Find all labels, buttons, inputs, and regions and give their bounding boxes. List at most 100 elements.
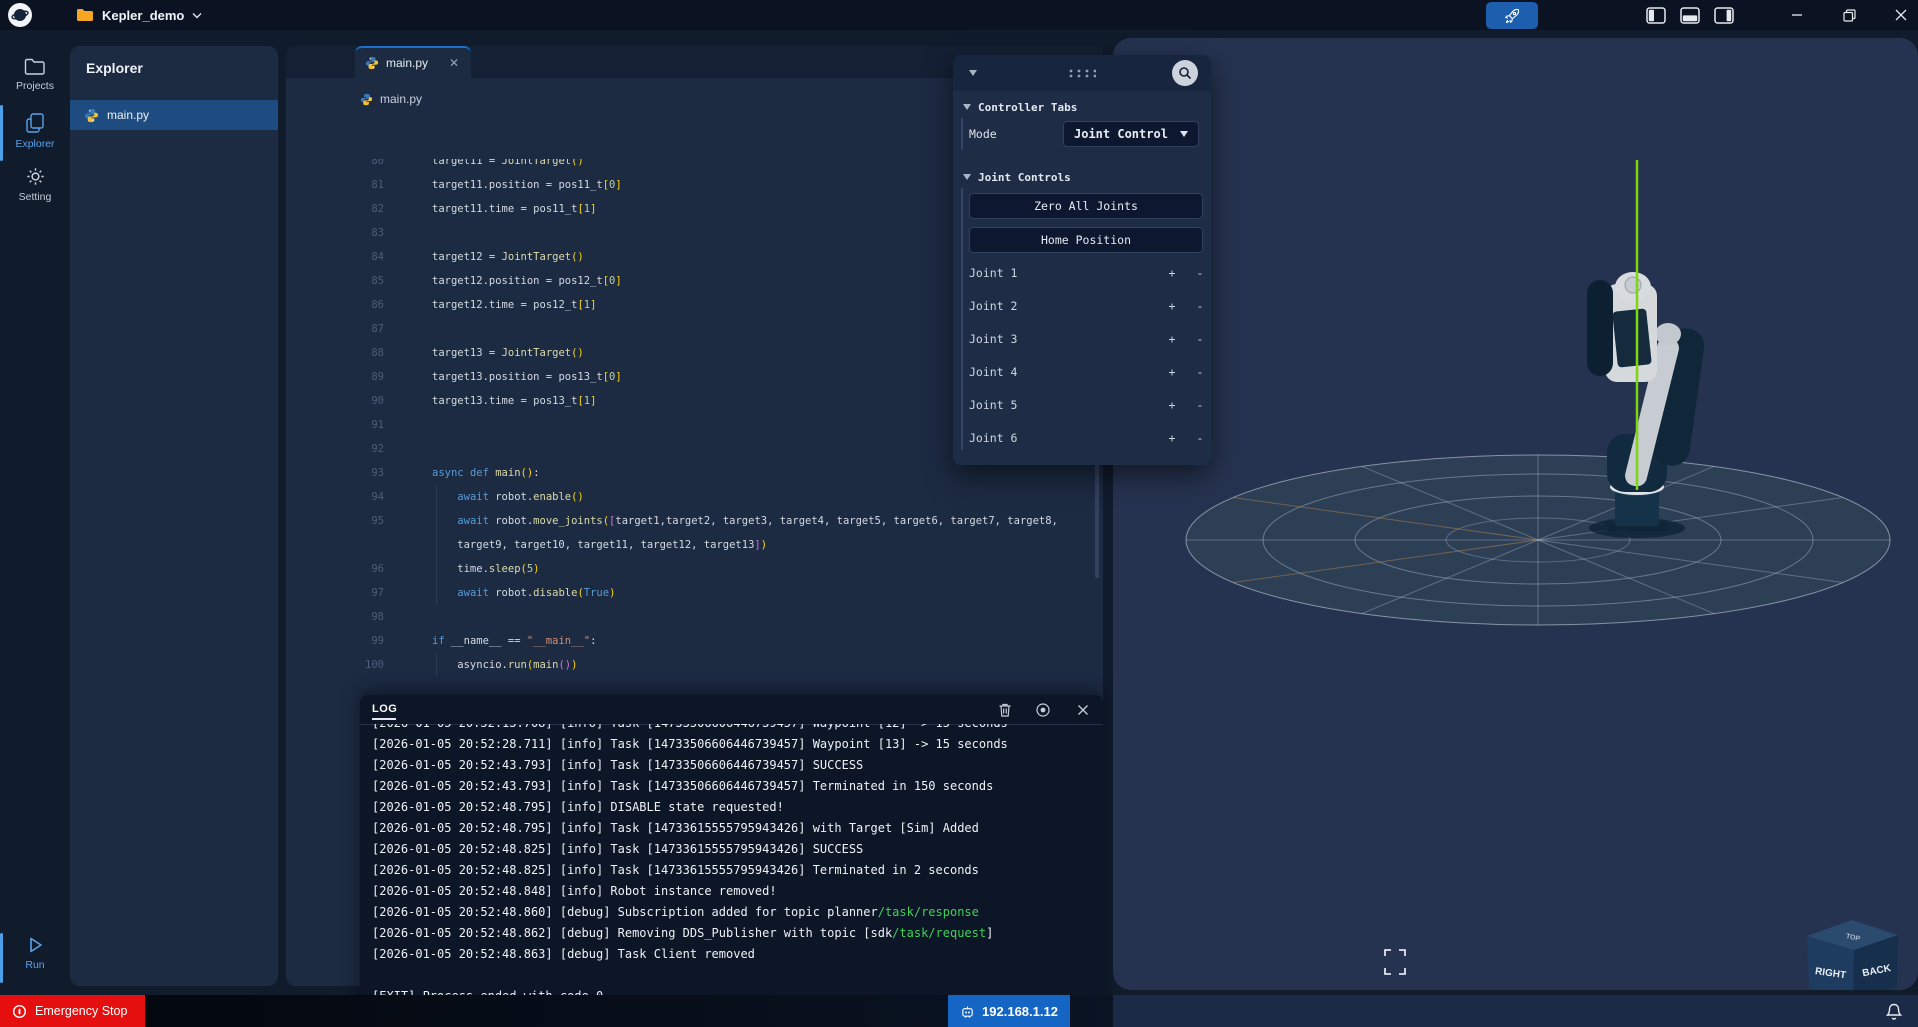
section-chevron-icon: [963, 174, 971, 180]
line-number: 89: [286, 365, 396, 389]
line-number: 82: [286, 197, 396, 221]
record-icon[interactable]: [1035, 702, 1051, 718]
joint-minus-button[interactable]: -: [1191, 365, 1209, 379]
status-bar-right: [1113, 995, 1918, 1027]
code-line[interactable]: target9, target10, target11, target12, t…: [286, 533, 1103, 557]
project-selector[interactable]: Kepler_demo: [76, 0, 202, 30]
joint-plus-button[interactable]: +: [1163, 332, 1181, 346]
joint-plus-button[interactable]: +: [1163, 398, 1181, 412]
code-line[interactable]: 94 await robot.enable(): [286, 485, 1103, 509]
toggle-bottom-panel-icon[interactable]: [1680, 7, 1700, 24]
tab-mainpy[interactable]: main.py ✕: [355, 46, 471, 78]
restore-button[interactable]: [1838, 4, 1860, 26]
joint-plus-button[interactable]: +: [1163, 431, 1181, 445]
code-line[interactable]: 98: [286, 605, 1103, 629]
joint-minus-button[interactable]: -: [1191, 266, 1209, 280]
indent-guide: [436, 653, 437, 677]
joint-plus-button[interactable]: +: [1163, 266, 1181, 280]
controller-header: [953, 55, 1211, 91]
emergency-stop-button[interactable]: Emergency Stop: [0, 995, 145, 1027]
close-log-icon[interactable]: [1075, 702, 1091, 718]
deploy-rocket-button[interactable]: [1486, 2, 1538, 29]
log-header: LOG: [360, 695, 1103, 725]
joint-minus-button[interactable]: -: [1191, 332, 1209, 346]
status-bar: Emergency Stop 192.168.1.12: [0, 995, 1918, 1027]
joint-minus-button[interactable]: -: [1191, 299, 1209, 313]
simulation-viewport[interactable]: TOP RIGHT BACK: [1113, 38, 1918, 990]
line-number: 81: [286, 173, 396, 197]
log-line: [372, 965, 1095, 986]
section-title: Joint Controls: [978, 171, 1071, 184]
line-number: 91: [286, 413, 396, 437]
toggle-right-panel-icon[interactable]: [1714, 7, 1734, 24]
code-text: asyncio.run(main()): [396, 653, 1103, 677]
notifications-bell-icon[interactable]: [1884, 1002, 1904, 1022]
log-line: [2026-01-05 20:52:48.825] [info] Task [1…: [372, 860, 1095, 881]
run-button[interactable]: Run: [0, 935, 70, 971]
file-name: main.py: [107, 108, 149, 122]
joint-label: Joint 1: [969, 266, 1017, 280]
sidebar-item-projects[interactable]: Projects: [0, 58, 70, 92]
code-text: await robot.disable(True): [396, 581, 1103, 605]
joint-row: Joint 1 +-: [969, 266, 1211, 286]
tab-close-icon[interactable]: ✕: [447, 56, 461, 70]
titlebar: Kepler_demo: [0, 0, 1918, 30]
file-item-mainpy[interactable]: main.py: [70, 100, 278, 130]
mode-label: Mode: [969, 127, 997, 141]
sidebar-item-explorer[interactable]: Explorer: [0, 112, 70, 150]
log-line: [2026-01-05 20:52:43.793] [info] Task [1…: [372, 755, 1095, 776]
mode-row: Mode Joint Control: [953, 121, 1211, 147]
python-icon: [365, 56, 379, 70]
joint-label: Joint 2: [969, 299, 1017, 313]
code-line[interactable]: 95 await robot.move_joints([target1,targ…: [286, 509, 1103, 533]
toggle-left-panel-icon[interactable]: [1646, 7, 1666, 24]
zero-all-joints-button[interactable]: Zero All Joints: [969, 193, 1203, 219]
search-button[interactable]: [1172, 60, 1198, 86]
line-number: 100: [286, 653, 396, 677]
section-joint-controls[interactable]: Joint Controls: [953, 169, 1211, 185]
mode-dropdown[interactable]: Joint Control: [1063, 121, 1199, 147]
log-line: [2026-01-05 20:52:28.711] [info] Task [1…: [372, 734, 1095, 755]
line-number: 85: [286, 269, 396, 293]
ground-grid: [1186, 455, 1890, 625]
home-position-button[interactable]: Home Position: [969, 227, 1203, 253]
joint-minus-button[interactable]: -: [1191, 431, 1209, 445]
code-line[interactable]: 96 time.sleep(5): [286, 557, 1103, 581]
python-icon: [84, 108, 99, 123]
explorer-title: Explorer: [86, 60, 143, 76]
window-controls: [1786, 0, 1912, 30]
view-cube[interactable]: TOP RIGHT BACK: [1807, 920, 1898, 990]
joint-minus-button[interactable]: -: [1191, 398, 1209, 412]
joint-plus-button[interactable]: +: [1163, 299, 1181, 313]
emergency-stop-label: Emergency Stop: [35, 1004, 127, 1018]
line-number: 95: [286, 509, 396, 533]
code-line[interactable]: 99if __name__ == "__main__":: [286, 629, 1103, 653]
collapse-chevron-icon[interactable]: [969, 70, 977, 76]
app-logo-icon[interactable]: [8, 3, 32, 27]
close-button[interactable]: [1890, 4, 1912, 26]
log-line: [2026-01-05 20:52:48.795] [info] DISABLE…: [372, 797, 1095, 818]
line-number: 94: [286, 485, 396, 509]
fullscreen-icon[interactable]: [1385, 950, 1405, 974]
clear-log-trash-icon[interactable]: [997, 702, 1013, 718]
line-number: 86: [286, 293, 396, 317]
line-number: 84: [286, 245, 396, 269]
breadcrumb[interactable]: main.py: [360, 92, 422, 106]
joint-list: Joint 1+-Joint 2+-Joint 3+-Joint 4+-Join…: [953, 266, 1211, 451]
line-number: 87: [286, 317, 396, 341]
code-text: await robot.move_joints([target1,target2…: [396, 509, 1103, 533]
indent-guide: [436, 485, 437, 509]
joint-plus-button[interactable]: +: [1163, 365, 1181, 379]
indent-guide: [436, 557, 437, 581]
code-line[interactable]: 97 await robot.disable(True): [286, 581, 1103, 605]
sidebar-item-setting[interactable]: Setting: [0, 166, 70, 203]
line-number: 99: [286, 629, 396, 653]
code-line[interactable]: 100 asyncio.run(main()): [286, 653, 1103, 677]
minimize-button[interactable]: [1786, 4, 1808, 26]
section-controller-tabs[interactable]: Controller Tabs: [953, 99, 1211, 115]
breadcrumb-file: main.py: [380, 92, 422, 106]
robot-ip-chip[interactable]: 192.168.1.12: [948, 995, 1070, 1027]
drag-handle-icon[interactable]: [1068, 68, 1096, 78]
project-name: Kepler_demo: [102, 8, 184, 23]
section-title: Controller Tabs: [978, 101, 1077, 114]
